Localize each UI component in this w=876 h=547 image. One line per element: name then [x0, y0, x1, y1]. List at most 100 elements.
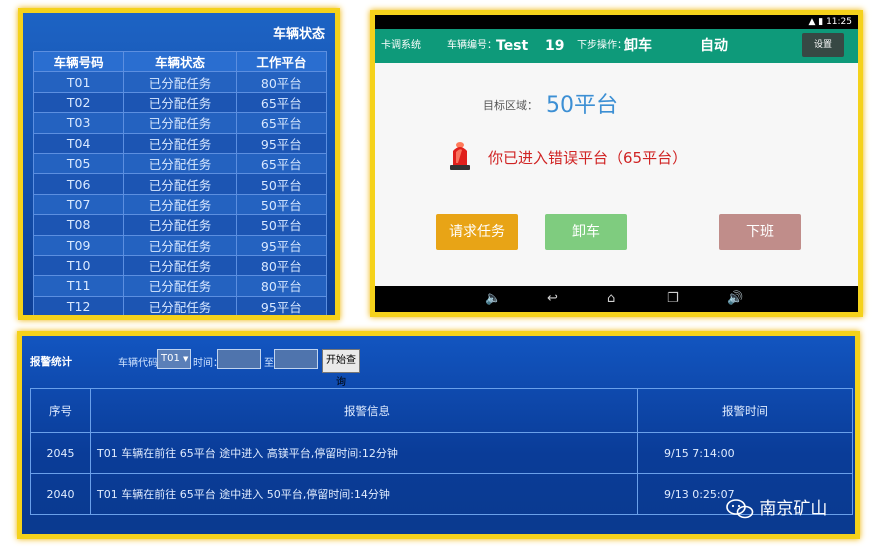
platform-cell: 65平台: [235, 152, 328, 175]
status-time: 11:25: [826, 17, 852, 27]
platform-cell: 95平台: [235, 295, 328, 315]
column-header-index: 序号: [30, 388, 91, 433]
table-row: T12 已分配任务 95平台: [32, 295, 328, 315]
vehicle-code-value: T01: [161, 353, 180, 364]
target-area-label: 目标区域：: [483, 99, 538, 112]
vehicle-status-header: 车辆状态: [23, 13, 335, 51]
platform-cell: 50平台: [235, 173, 328, 195]
platform-cell: 95平台: [235, 234, 328, 256]
table-row: T04 已分配任务 95平台: [32, 132, 328, 154]
table-row: T02 已分配任务 65平台: [32, 91, 328, 114]
recent-apps-icon[interactable]: ❐: [667, 290, 679, 308]
index-cell: 2045: [30, 432, 91, 474]
table-row: T10 已分配任务 80平台: [32, 254, 328, 277]
vehicle-no-cell: T02: [32, 91, 125, 114]
platform-cell: 95平台: [235, 132, 328, 154]
vehicle-status-title: 车辆状态: [272, 27, 325, 42]
status-cell: 已分配任务: [123, 112, 237, 134]
vehicle-no-cell: T03: [32, 112, 125, 134]
platform-cell: 50平台: [235, 214, 328, 236]
platform-cell: 80平台: [235, 71, 328, 93]
start-time-input[interactable]: [217, 349, 261, 369]
vehicle-status-panel: 车辆状态 车辆号码 车辆状态 工作平台 T01 已分配任务 80平台 T02 已分配任务…: [18, 8, 340, 320]
chevron-down-icon: ▼: [183, 355, 189, 363]
table-row: T09 已分配任务 95平台: [32, 234, 328, 256]
status-cell: 已分配任务: [123, 132, 237, 154]
vehicle-no-cell: T10: [32, 254, 125, 277]
home-icon[interactable]: ⌂: [607, 290, 615, 308]
status-cell: 已分配任务: [123, 214, 237, 236]
alarm-message: 你已进入错误平台（65平台）: [488, 149, 688, 167]
off-duty-button[interactable]: 下班: [719, 214, 801, 250]
column-header-time: 报警时间: [637, 388, 853, 433]
alarm-light-icon: [450, 142, 470, 170]
column-header-platform: 工作平台: [235, 50, 328, 73]
alarm-stats-title: 报警统计: [30, 356, 72, 368]
volume-down-icon[interactable]: 🔈: [485, 290, 501, 308]
table-row: T05 已分配任务 65平台: [32, 152, 328, 175]
vehicle-no-cell: T12: [32, 295, 125, 315]
table-row: T08 已分配任务 50平台: [32, 214, 328, 236]
unload-button[interactable]: 卸车: [545, 214, 627, 250]
main-content: 目标区域： 50平台 你已进入错误平台（65平台） 请求任务 卸车 下班: [375, 63, 858, 293]
volume-up-icon[interactable]: 🔊: [727, 290, 743, 308]
status-cell: 已分配任务: [123, 275, 237, 297]
table-row: T11 已分配任务 80平台: [32, 275, 328, 297]
platform-cell: 65平台: [235, 112, 328, 134]
time-cell: 9/15 7:14:00: [637, 432, 853, 474]
settings-button[interactable]: 设置: [802, 33, 844, 57]
column-header-vehicle-no: 车辆号码: [32, 50, 125, 73]
battery-icon: ▮: [818, 17, 824, 27]
platform-cell: 80平台: [235, 275, 328, 297]
platform-cell: 65平台: [235, 91, 328, 114]
platform-cell: 80平台: [235, 254, 328, 277]
table-row: T06 已分配任务 50平台: [32, 173, 328, 195]
index-cell: 2040: [30, 473, 91, 515]
start-query-button[interactable]: 开始查询: [322, 349, 360, 388]
table-row: T01 已分配任务 80平台: [32, 71, 328, 93]
table-header-row: 序号 报警信息 报警时间: [30, 388, 853, 433]
table-row: T03 已分配任务 65平台: [32, 112, 328, 134]
status-cell: 已分配任务: [123, 295, 237, 315]
vehicle-no-cell: T08: [32, 214, 125, 236]
column-header-status: 车辆状态: [123, 50, 237, 73]
request-task-button[interactable]: 请求任务: [436, 214, 518, 250]
wechat-icon: [726, 499, 754, 519]
watermark: 南京矿山: [726, 494, 827, 519]
message-cell: T01 车辆在前往 65平台 途中进入 50平台,停留时间:14分钟: [90, 473, 638, 515]
vehicle-no-label: 车辆编号：: [447, 40, 497, 51]
vehicle-no-cell: T01: [32, 71, 125, 93]
message-cell: T01 车辆在前往 65平台 途中进入 高镁平台,停留时间:12分钟: [90, 432, 638, 474]
end-time-input[interactable]: [274, 349, 318, 369]
table-row: 2045 T01 车辆在前往 65平台 途中进入 高镁平台,停留时间:12分钟 9/…: [30, 432, 853, 474]
target-area-value: 50平台: [546, 93, 618, 118]
status-cell: 已分配任务: [123, 173, 237, 195]
android-nav-bar: 🔈 ↩ ⌂ ❐ 🔊: [375, 286, 858, 312]
status-cell: 已分配任务: [123, 152, 237, 175]
vehicle-status-table: 车辆号码 车辆状态 工作平台 T01 已分配任务 80平台 T02 已分配任务 65平台 T…: [32, 50, 328, 315]
next-op-label: 下步操作：: [577, 40, 627, 51]
to-label: 至: [264, 358, 274, 369]
platform-cell: 50平台: [235, 193, 328, 216]
status-cell: 已分配任务: [123, 91, 237, 114]
status-cell: 已分配任务: [123, 193, 237, 216]
app-bar: 卡调系统 车辆编号： Test 19 下步操作： 卸车 自动 设置: [375, 29, 858, 63]
vehicle-no-value: Test: [496, 38, 529, 54]
table-row: T07 已分配任务 50平台: [32, 193, 328, 216]
vehicle-no-cell: T04: [32, 132, 125, 154]
table-header-row: 车辆号码 车辆状态 工作平台: [32, 50, 328, 73]
app-name: 卡调系统: [381, 40, 421, 51]
vehicle-code-select[interactable]: T01 ▼: [157, 349, 191, 369]
watermark-text: 南京矿山: [759, 499, 828, 519]
next-op-value: 卸车: [624, 38, 652, 54]
status-cell: 已分配任务: [123, 254, 237, 277]
vehicle-no-cell: T06: [32, 173, 125, 195]
signal-icon: ▲: [808, 17, 816, 27]
mode-value: 自动: [700, 38, 728, 54]
status-cell: 已分配任务: [123, 71, 237, 93]
vehicle-no-cell: T09: [32, 234, 125, 256]
vehicle-no-cell: T05: [32, 152, 125, 175]
vehicle-no-cell: T07: [32, 193, 125, 216]
back-icon[interactable]: ↩: [547, 290, 558, 308]
vehicle-count: 19: [545, 38, 565, 54]
